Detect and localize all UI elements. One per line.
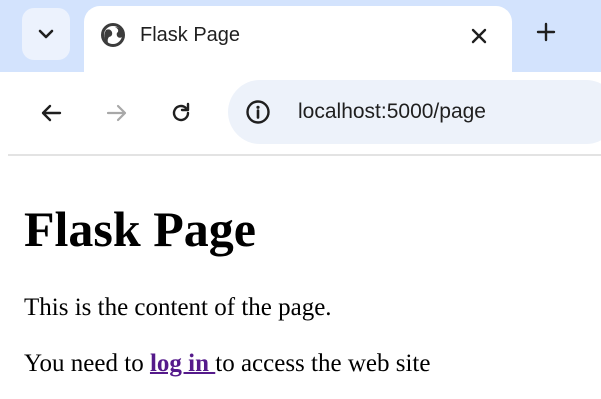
globe-icon xyxy=(101,23,125,47)
new-tab-button[interactable] xyxy=(530,16,562,48)
arrow-left-icon xyxy=(41,104,62,122)
address-bar[interactable]: localhost:5000/page xyxy=(228,80,601,144)
page-heading: Flask Page xyxy=(24,201,256,257)
browser-toolbar: localhost:5000/page xyxy=(0,72,601,154)
tab-close-button[interactable] xyxy=(466,23,492,49)
plus-icon xyxy=(536,22,556,42)
close-icon xyxy=(471,28,487,44)
forward-button[interactable] xyxy=(102,98,132,128)
login-paragraph-prefix: You need to xyxy=(24,350,150,377)
reload-icon xyxy=(172,102,190,122)
chevron-down-icon xyxy=(38,29,54,39)
login-link[interactable]: log in xyxy=(150,350,215,377)
toolbar-divider xyxy=(8,154,601,156)
tab-flask-page[interactable]: Flask Page xyxy=(84,6,512,80)
content-paragraph: This is the content of the page. xyxy=(24,294,332,321)
tab-search-button[interactable] xyxy=(22,8,70,60)
site-info-button[interactable] xyxy=(244,98,272,126)
arrow-right-icon xyxy=(106,104,127,122)
login-paragraph: You need to log in to access the web sit… xyxy=(24,348,594,380)
reload-button[interactable] xyxy=(166,98,196,128)
tab-title: Flask Page xyxy=(140,24,241,46)
page-content: Flask Page This is the content of the pa… xyxy=(24,192,594,380)
url-text: localhost:5000/page xyxy=(298,100,486,123)
back-button[interactable] xyxy=(36,98,66,128)
info-icon xyxy=(246,100,270,124)
tab-strip: Flask Page xyxy=(0,0,601,80)
login-paragraph-suffix: to access the web site xyxy=(215,350,431,377)
